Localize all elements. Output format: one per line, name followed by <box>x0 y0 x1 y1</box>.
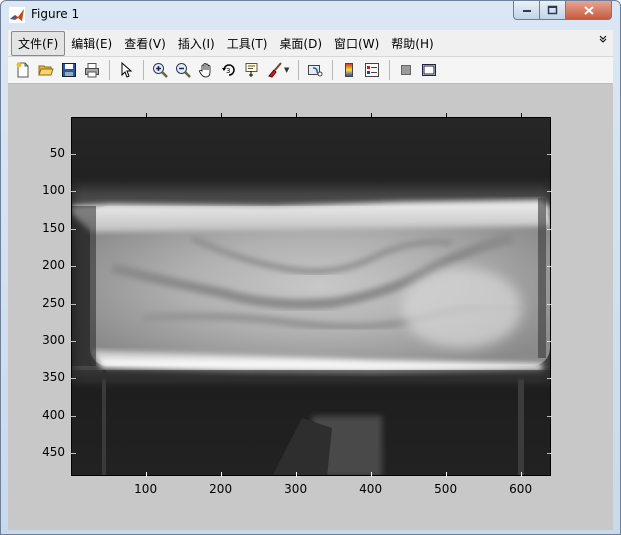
y-tick-mark <box>71 266 76 267</box>
x-tick-mark <box>446 113 447 118</box>
x-tick-mark <box>146 472 147 477</box>
y-tick-mark <box>547 453 552 454</box>
menu-help[interactable]: 帮助(H) <box>385 32 439 55</box>
y-tick-mark <box>71 304 76 305</box>
y-tick-mark <box>71 154 76 155</box>
figure-toolbar: 3 ▼ <box>8 56 613 84</box>
minimize-button[interactable] <box>513 1 540 20</box>
x-tick-label: 200 <box>209 482 233 496</box>
y-tick-label: 450 <box>42 445 65 460</box>
y-tick-mark <box>547 266 552 267</box>
zoom-in-icon[interactable] <box>149 59 171 81</box>
figure-window: Figure 1 文件(F) 编辑(E) 查看(V) 插入(I) 工具(T) 桌… <box>0 0 621 535</box>
x-tick-mark <box>221 113 222 118</box>
y-tick-mark <box>547 416 552 417</box>
menu-window[interactable]: 窗口(W) <box>328 32 385 55</box>
y-tick-mark <box>71 416 76 417</box>
x-tick-mark <box>371 113 372 118</box>
menu-edit[interactable]: 编辑(E) <box>65 32 118 55</box>
y-tick-mark <box>71 341 76 342</box>
x-tick-mark <box>521 113 522 118</box>
brush-dropdown-arrow-icon[interactable]: ▼ <box>284 66 289 74</box>
brush-icon[interactable] <box>264 59 286 81</box>
y-tick-label: 200 <box>42 258 65 273</box>
toolbar-separator <box>332 60 334 80</box>
x-tick-mark <box>446 472 447 477</box>
pan-hand-icon[interactable] <box>195 59 217 81</box>
x-tick-label: 500 <box>434 482 458 496</box>
print-icon[interactable] <box>81 59 103 81</box>
y-tick-mark <box>71 229 76 230</box>
x-tick-label: 100 <box>134 482 158 496</box>
x-tick-mark <box>296 472 297 477</box>
y-tick-label: 150 <box>42 220 65 235</box>
open-file-icon[interactable] <box>35 59 57 81</box>
save-icon[interactable] <box>58 59 80 81</box>
colorbar-icon[interactable] <box>338 59 360 81</box>
legend-icon[interactable] <box>361 59 383 81</box>
hide-plot-tools-icon[interactable] <box>395 59 417 81</box>
menu-bar: 文件(F) 编辑(E) 查看(V) 插入(I) 工具(T) 桌面(D) 窗口(W… <box>8 30 613 56</box>
grayscale-image <box>72 118 550 475</box>
y-tick-label: 50 <box>49 146 65 161</box>
toolbar-separator <box>298 60 300 80</box>
x-tick-label: 400 <box>359 482 383 496</box>
show-plot-tools-icon[interactable] <box>418 59 440 81</box>
y-tick-mark <box>547 229 552 230</box>
menu-file[interactable]: 文件(F) <box>11 30 66 56</box>
y-tick-mark <box>71 191 76 192</box>
toolbar-separator <box>109 60 110 80</box>
x-tick-label: 300 <box>284 482 308 496</box>
y-tick-label: 350 <box>42 370 65 385</box>
edit-plot-arrow-icon[interactable] <box>115 59 137 81</box>
rotate-3d-icon[interactable]: 3 <box>218 59 240 81</box>
menubar-overflow-icon[interactable] <box>599 35 607 46</box>
matlab-logo-icon <box>9 7 25 23</box>
y-tick-mark <box>547 341 552 342</box>
y-tick-label: 400 <box>42 407 65 422</box>
zoom-out-icon[interactable] <box>172 59 194 81</box>
y-tick-mark <box>547 304 552 305</box>
y-tick-label: 100 <box>42 183 65 198</box>
x-tick-mark <box>146 113 147 118</box>
data-cursor-icon[interactable] <box>241 59 263 81</box>
y-tick-mark <box>547 378 552 379</box>
y-tick-label: 300 <box>42 333 65 347</box>
y-tick-mark <box>547 154 552 155</box>
window-title: Figure 1 <box>31 7 80 21</box>
menu-view[interactable]: 查看(V) <box>118 32 172 55</box>
link-plot-icon[interactable] <box>304 59 326 81</box>
new-figure-icon[interactable] <box>12 59 34 81</box>
x-tick-label: 600 <box>509 482 533 496</box>
close-button[interactable] <box>566 1 612 20</box>
menu-insert[interactable]: 插入(I) <box>172 32 221 55</box>
toolbar-separator <box>389 60 391 80</box>
x-tick-mark <box>521 472 522 477</box>
y-tick-mark <box>71 453 76 454</box>
x-tick-mark <box>296 113 297 118</box>
y-tick-label: 250 <box>42 295 65 310</box>
maximize-button[interactable] <box>540 1 566 20</box>
svg-text:3: 3 <box>226 67 230 75</box>
title-bar[interactable]: Figure 1 <box>1 1 620 29</box>
menu-desktop[interactable]: 桌面(D) <box>273 32 328 55</box>
x-tick-mark <box>221 472 222 477</box>
figure-canvas: 50 100 150 200 250 300 350 400 450 100 200 300 400 50… <box>8 84 613 530</box>
menu-tools[interactable]: 工具(T) <box>221 32 274 55</box>
toolbar-separator <box>143 60 144 80</box>
y-tick-mark <box>547 191 552 192</box>
x-tick-mark <box>371 472 372 477</box>
image-axes[interactable] <box>71 117 551 476</box>
y-tick-mark <box>71 378 76 379</box>
